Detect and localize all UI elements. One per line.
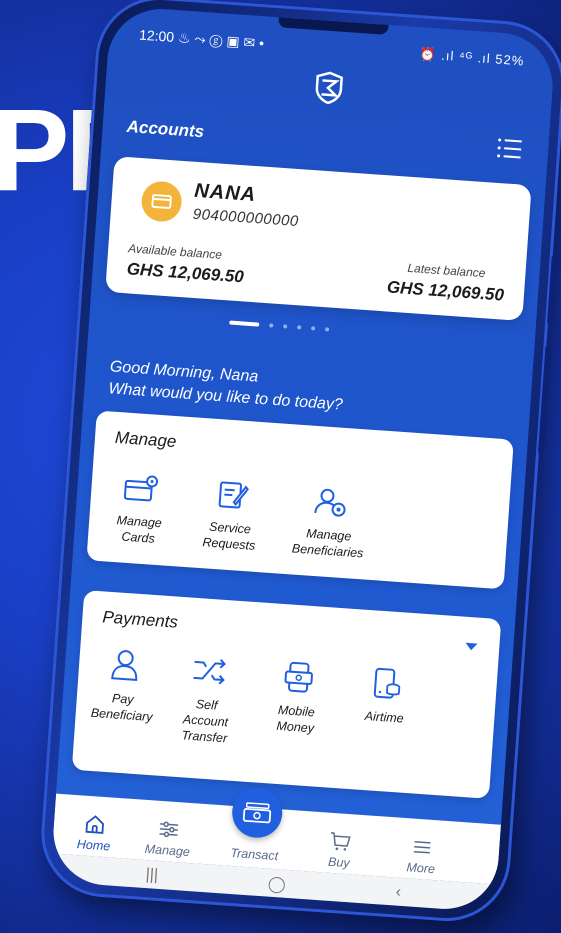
airtime-label: Airtime (364, 708, 405, 726)
manage-title: Manage (114, 427, 178, 452)
account-name: NANA (193, 179, 257, 207)
phone-mockup: 12:00 ♨ ⤳ ⓖ ▣ ✉ • ⏰ .ıl ⁴ᴳ .ıl 52% Accou… (37, 0, 561, 926)
nav-more-label: More (406, 860, 436, 877)
account-number: 904000000000 (192, 205, 300, 231)
carousel-dot[interactable] (324, 327, 330, 332)
hamburger-menu-icon (413, 840, 431, 854)
user-settings-icon (314, 488, 346, 517)
nav-transact[interactable]: Transact (219, 845, 290, 864)
home-icon (85, 815, 104, 834)
shopping-cart-icon (330, 832, 351, 851)
mobile-money-icon (284, 661, 313, 693)
transfer-arrows-icon (193, 659, 226, 685)
recent-apps-button[interactable]: ||| (145, 866, 159, 885)
nav-transact-label: Transact (229, 845, 279, 864)
notification-icons: ♨ ⤳ ⓖ ▣ ✉ • (177, 28, 265, 51)
carousel-dot[interactable] (297, 325, 302, 330)
system-home-button[interactable]: ◯ (267, 874, 286, 895)
nav-home-label: Home (76, 837, 111, 854)
nav-manage-label: Manage (144, 841, 191, 860)
airtime-button[interactable]: Airtime (344, 665, 428, 728)
payments-panel: Payments Pay Beneficiary Self Account Tr… (71, 590, 502, 799)
card-settings-icon (123, 475, 159, 502)
service-requests-button[interactable]: Service Requests (183, 477, 278, 555)
credit-card-icon (140, 180, 183, 223)
self-account-transfer-button[interactable]: Self Account Transfer (164, 652, 250, 747)
status-left: 12:00 ♨ ⤳ ⓖ ▣ ✉ • (139, 26, 265, 52)
airtime-icon (373, 667, 401, 699)
user-icon (111, 650, 138, 681)
chevron-down-icon[interactable] (465, 642, 478, 651)
app-screen: 12:00 ♨ ⤳ ⓖ ▣ ✉ • ⏰ .ıl ⁴ᴳ .ıl 52% Accou… (49, 5, 557, 913)
status-time: 12:00 (138, 26, 175, 45)
account-card[interactable]: NANA 904000000000 Available balance GHS … (105, 156, 532, 321)
carousel-dot[interactable] (283, 324, 288, 329)
sliders-icon (159, 821, 179, 838)
edit-document-icon (218, 481, 250, 509)
signal-icons: ⏰ .ıl ⁴ᴳ .ıl (419, 46, 492, 67)
list-menu-icon[interactable] (495, 137, 522, 161)
manage-beneficiaries-button[interactable]: Manage Beneficiaries (277, 484, 382, 563)
carousel-dot[interactable] (269, 323, 274, 328)
carousel-dot[interactable] (311, 326, 316, 331)
bank-logo-icon (315, 71, 343, 105)
manage-panel: Manage Manage Cards Service Requests Man… (86, 410, 514, 590)
mobile-money-button[interactable]: Mobile Money (255, 658, 340, 737)
battery-level: 52% (494, 51, 525, 69)
available-balance-value: GHS 12,069.50 (126, 259, 245, 287)
banknote-icon (242, 802, 272, 824)
latest-balance-value: GHS 12,069.50 (386, 277, 505, 305)
manage-cards-button[interactable]: Manage Cards (98, 471, 183, 548)
system-back-button[interactable]: ‹ (395, 884, 402, 902)
nav-buy-label: Buy (327, 854, 351, 871)
nav-manage[interactable]: Manage (132, 817, 204, 860)
status-right: ⏰ .ıl ⁴ᴳ .ıl 52% (419, 46, 525, 69)
available-balance-label: Available balance (127, 241, 223, 262)
payments-title: Payments (101, 607, 179, 632)
pay-beneficiary-button[interactable]: Pay Beneficiary (81, 646, 166, 725)
nav-home[interactable]: Home (58, 812, 130, 855)
latest-balance-label: Latest balance (407, 260, 486, 281)
nav-more[interactable]: More (385, 835, 457, 878)
nav-buy[interactable]: Buy (304, 829, 376, 872)
